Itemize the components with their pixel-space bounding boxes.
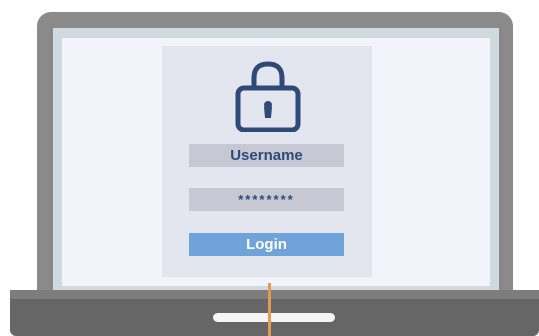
- login-button[interactable]: Login: [189, 233, 344, 256]
- pointer-line: [268, 283, 271, 336]
- password-mask: ********: [238, 192, 295, 207]
- username-label: Username: [230, 147, 303, 164]
- laptop-illustration: Username ******** Login: [0, 0, 539, 336]
- trackpad-slot: [213, 313, 335, 322]
- padlock-icon: [235, 61, 301, 132]
- login-button-label: Login: [246, 236, 287, 253]
- username-field[interactable]: Username: [189, 144, 344, 167]
- password-field[interactable]: ********: [189, 188, 344, 211]
